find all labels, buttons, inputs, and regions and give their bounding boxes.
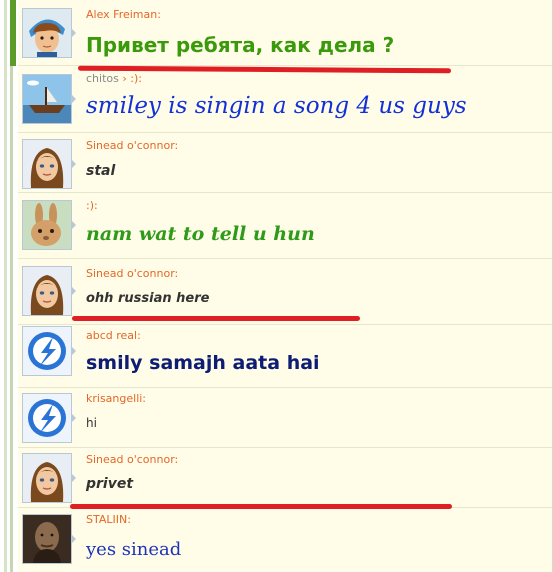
message-row[interactable]: Alex Freiman: Привет ребята, как дела ?: [18, 0, 553, 66]
avatar-pointer: [71, 473, 76, 483]
rabbit-avatar[interactable]: [22, 200, 72, 250]
message-author[interactable]: STALIIN:: [86, 513, 131, 526]
blue-bird-avatar[interactable]: [22, 393, 72, 443]
message-row[interactable]: STALIIN: yes sinead: [18, 508, 553, 572]
cartoon-boy-cap-avatar[interactable]: [22, 8, 72, 58]
message-author[interactable]: Alex Freiman:: [86, 8, 161, 21]
avatar-pointer: [71, 220, 76, 230]
avatar-pointer: [71, 286, 76, 296]
boat-avatar[interactable]: [22, 74, 72, 124]
message-text: Привет ребята, как дела ?: [86, 33, 395, 57]
avatar-pointer: [71, 534, 76, 544]
message-text: smily samajh aata hai: [86, 352, 320, 374]
message-row[interactable]: Sinead o'connor: privet: [18, 448, 553, 508]
photo-avatar[interactable]: [22, 514, 72, 564]
message-row[interactable]: :): nam wat to tell u hun: [18, 193, 553, 259]
message-row[interactable]: abcd real: smily samajh aata hai: [18, 325, 553, 388]
left-gutter: [0, 0, 18, 572]
message-text: smiley is singin a song 4 us guys: [86, 93, 467, 119]
active-message-marker: [10, 0, 16, 66]
cartoon-girl-avatar[interactable]: [22, 453, 72, 503]
message-text: nam wat to tell u hun: [86, 223, 315, 245]
message-author[interactable]: abcd real:: [86, 329, 141, 342]
gutter-rail: [10, 0, 13, 572]
cartoon-girl-avatar[interactable]: [22, 139, 72, 189]
message-author[interactable]: Sinead o'connor:: [86, 139, 178, 152]
message-author[interactable]: :):: [86, 199, 98, 212]
blue-bird-avatar[interactable]: [22, 326, 72, 376]
message-author[interactable]: Sinead o'connor:: [86, 453, 178, 466]
author-emoticon: › :):: [122, 72, 142, 85]
avatar-pointer: [71, 346, 76, 356]
gutter-rail: [4, 0, 7, 572]
avatar-pointer: [71, 94, 76, 104]
cartoon-girl-avatar[interactable]: [22, 266, 72, 316]
message-author[interactable]: Sinead o'connor:: [86, 267, 178, 280]
chat-feed: Alex Freiman: Привет ребята, как дела ? …: [18, 0, 553, 572]
message-text: yes sinead: [86, 539, 182, 560]
avatar-pointer: [71, 159, 76, 169]
message-row[interactable]: krisangelli: hi: [18, 388, 553, 448]
highlight-underline: [72, 316, 360, 321]
highlight-underline: [70, 504, 452, 509]
message-author[interactable]: krisangelli:: [86, 392, 146, 405]
message-text: hi: [86, 416, 97, 430]
message-text: privet: [86, 476, 134, 492]
author-name: chitos: [86, 72, 119, 85]
avatar-pointer: [71, 413, 76, 423]
avatar-pointer: [71, 28, 76, 38]
message-text: stal: [86, 163, 116, 179]
message-row[interactable]: chitos › :): smiley is singin a song 4 u…: [18, 66, 553, 133]
message-author[interactable]: chitos › :):: [86, 72, 142, 85]
message-row[interactable]: Sinead o'connor: stal: [18, 133, 553, 193]
message-text: ohh russian here: [86, 291, 210, 306]
